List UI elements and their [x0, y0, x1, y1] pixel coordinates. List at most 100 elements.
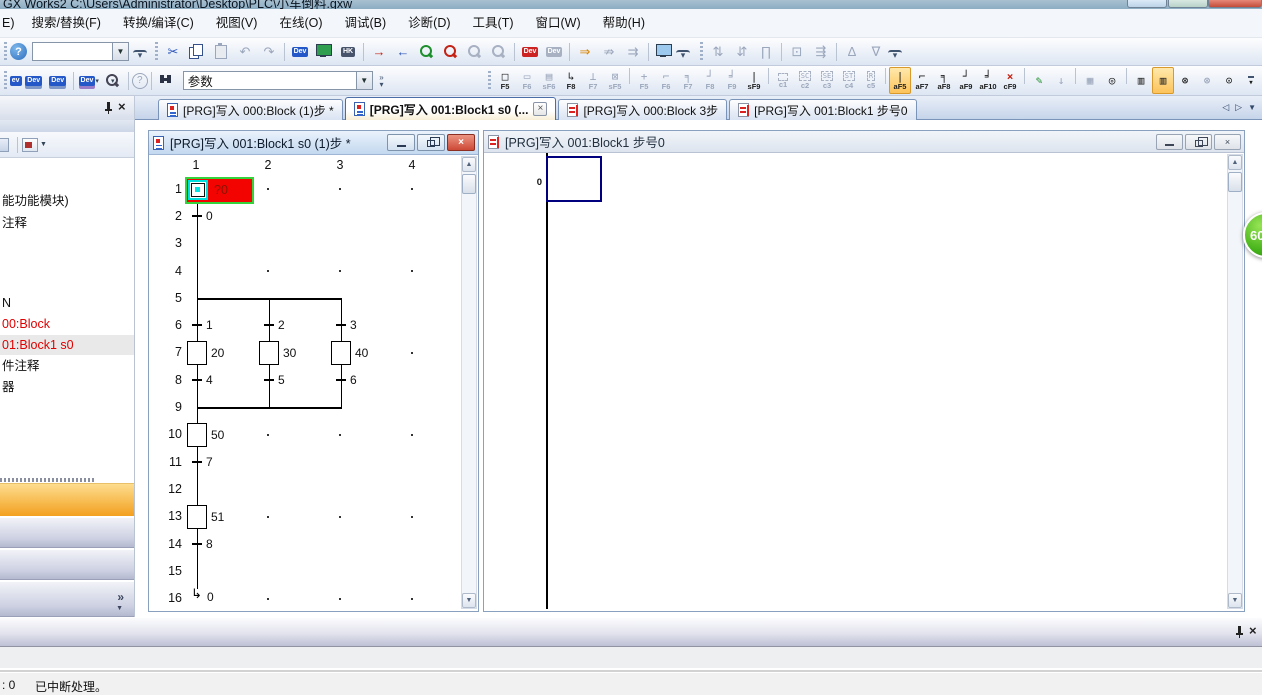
menu-item[interactable]: 窗口(W) [525, 9, 592, 37]
tree-item-main[interactable]: N [0, 293, 134, 313]
comment-cut-icon[interactable]: ev [10, 70, 22, 92]
cut-icon[interactable]: ✂ [161, 41, 185, 63]
sfc-transition-label[interactable]: 5 [278, 373, 285, 387]
sfc-comment-button[interactable]: c1 [772, 67, 794, 94]
sfc-par-branch-alt-button[interactable]: ╕aF8 [933, 67, 955, 94]
menu-item[interactable]: 帮助(H) [592, 9, 656, 37]
help-disabled-icon[interactable]: ? [132, 73, 148, 89]
chevron-down-icon[interactable]: ▼ [112, 43, 128, 60]
device-test-grid-icon[interactable]: ▦ [1079, 67, 1101, 94]
scroll-up-icon[interactable]: ▲ [1228, 155, 1242, 170]
menu-item[interactable]: 搜索/替换(F) [21, 9, 112, 37]
menu-item[interactable]: 视图(V) [205, 9, 269, 37]
sfc-transition-label[interactable]: 7 [206, 455, 213, 469]
toolbar-overflow-icon[interactable]: »▾ [375, 74, 389, 88]
close-button[interactable]: × [1214, 134, 1241, 150]
device-search-icon[interactable]: ▾ [101, 70, 125, 92]
toolbar-overflow-icon[interactable]: ▾ [1240, 67, 1262, 94]
close-button[interactable] [1208, 0, 1262, 8]
tree-item-device-comment[interactable]: 件注释 [0, 356, 134, 376]
step-run-icon[interactable]: ⇒ [573, 41, 597, 63]
sfc-end-button[interactable]: ⊥F7 [582, 67, 604, 94]
minimize-button[interactable] [1127, 0, 1167, 8]
sfc-rule-button[interactable]: ▤sF6 [538, 67, 560, 94]
scroll-up-icon[interactable]: ▲ [462, 157, 476, 172]
scroll-down-icon[interactable]: ▼ [1228, 593, 1242, 608]
sfc-converge-alt-button[interactable]: ┘aF9 [955, 67, 977, 94]
sfc-step[interactable] [187, 505, 207, 529]
device-monitor-red-icon[interactable]: Dev [518, 41, 542, 63]
device-memory-icon[interactable]: Dev [46, 70, 70, 92]
watch-stop-icon[interactable]: ⇵ [730, 41, 754, 63]
toolbar-overflow-icon[interactable]: ▾ [133, 50, 147, 60]
project-search-combobox[interactable]: ▼ [32, 42, 129, 61]
nav-tool-icon[interactable] [0, 138, 9, 152]
maximize-button[interactable] [1168, 0, 1208, 8]
monitor-stop2-icon[interactable] [487, 41, 511, 63]
help-icon[interactable]: ? [10, 43, 27, 60]
sfc-vline-button[interactable]: |sF9 [743, 67, 765, 94]
splitter-grip[interactable] [0, 478, 96, 482]
ladder-vertical-scrollbar[interactable]: ▲ ▼ [1227, 154, 1243, 609]
sfc-jump-button[interactable]: ↳F8 [560, 67, 582, 94]
menu-item[interactable]: E) [0, 9, 21, 37]
pulse-icon[interactable]: ∏ [754, 41, 778, 63]
toolbar-grip[interactable] [700, 42, 703, 62]
edit-comment-icon[interactable]: ✎ [1028, 67, 1050, 94]
sfc-canvas[interactable]: 1234 12345678910111213141516 ?0 [151, 157, 459, 609]
toolbar-grip[interactable] [488, 71, 491, 91]
menu-item[interactable]: 转换/编译(C) [112, 9, 205, 37]
chevron-down-icon[interactable]: ▼ [116, 605, 123, 612]
toolbar-grip[interactable] [4, 71, 7, 91]
scroll-left-icon[interactable]: ◁ [1222, 102, 1229, 113]
sfc-st-button[interactable]: STc4 [838, 67, 860, 94]
minimize-button[interactable] [1156, 134, 1183, 150]
tree-item-comment[interactable]: 注释 [0, 213, 134, 233]
read-from-plc-icon[interactable]: ← [391, 41, 415, 63]
nav-category-button[interactable] [0, 549, 134, 580]
sfc-transition-label[interactable]: 4 [206, 373, 213, 387]
ladder-monitor-icon[interactable] [312, 41, 336, 63]
toolbar-overflow-icon[interactable]: ▾ [888, 50, 902, 60]
project-filter-icon[interactable] [22, 138, 38, 152]
toolbar-grip[interactable] [155, 42, 158, 62]
paste-icon[interactable] [209, 41, 233, 63]
scroll-down-icon[interactable]: ▼ [462, 593, 476, 608]
sfc-transition-label[interactable]: 2 [278, 318, 285, 332]
step-stop-icon[interactable]: ⇏ [597, 41, 621, 63]
device-comment-icon[interactable]: Dev [22, 70, 46, 92]
undo-icon[interactable]: ↶ [233, 41, 257, 63]
sfc-sc-button[interactable]: SCc2 [794, 67, 816, 94]
nav-category-button-active[interactable] [0, 483, 134, 516]
device-display-icon[interactable]: Dev [288, 41, 312, 63]
sfc-vertical-scrollbar[interactable]: ▲ ▼ [461, 156, 477, 609]
sfc-par-branch-button[interactable]: ╕F7 [677, 67, 699, 94]
sfc-se-button[interactable]: SEc3 [816, 67, 838, 94]
sfc-sel-branch-button[interactable]: ⌐F6 [655, 67, 677, 94]
document-tab[interactable]: [PRG]写入 000:Block 3步 [558, 99, 727, 120]
ladder-canvas[interactable]: 0 [486, 153, 1225, 609]
ladder-window-titlebar[interactable]: [PRG]写入 001:Block1 步号0 [484, 131, 1244, 153]
menu-item[interactable]: 调试(B) [334, 9, 398, 37]
sfc-step[interactable] [187, 423, 207, 447]
graph-down-icon[interactable]: ∇ [864, 41, 888, 63]
sfc-transition-label[interactable]: 3 [350, 318, 357, 332]
monitor-start-icon[interactable] [415, 41, 439, 63]
trace-transfer-icon[interactable]: ⇶ [809, 41, 833, 63]
tree-item-block0[interactable]: 00:Block [0, 314, 134, 334]
document-tab[interactable]: [PRG]写入 000:Block (1)步 * [158, 99, 343, 120]
sfc-step[interactable] [187, 341, 207, 365]
close-icon[interactable]: × [1249, 625, 1257, 637]
trace-icon[interactable]: ⊡ [785, 41, 809, 63]
ladder-edit-cursor[interactable] [546, 156, 602, 202]
monitor-condition-icon[interactable]: ⊛ [1174, 67, 1196, 94]
tree-item-device[interactable]: 器 [0, 377, 134, 397]
tree-item-block1[interactable]: 01:Block1 s0 [0, 335, 134, 355]
zoom-icon[interactable]: ⊙ [1218, 67, 1240, 94]
find-icon[interactable] [155, 70, 179, 92]
sfc-jump-arrow-icon[interactable]: ↳ [191, 587, 202, 600]
sfc-transition-label[interactable]: 0 [206, 209, 213, 223]
sfc-par-converge-button[interactable]: ╛F9 [721, 67, 743, 94]
device-test-icon[interactable]: ◎ [1101, 67, 1123, 94]
step-skip-icon[interactable]: ⇉ [621, 41, 645, 63]
